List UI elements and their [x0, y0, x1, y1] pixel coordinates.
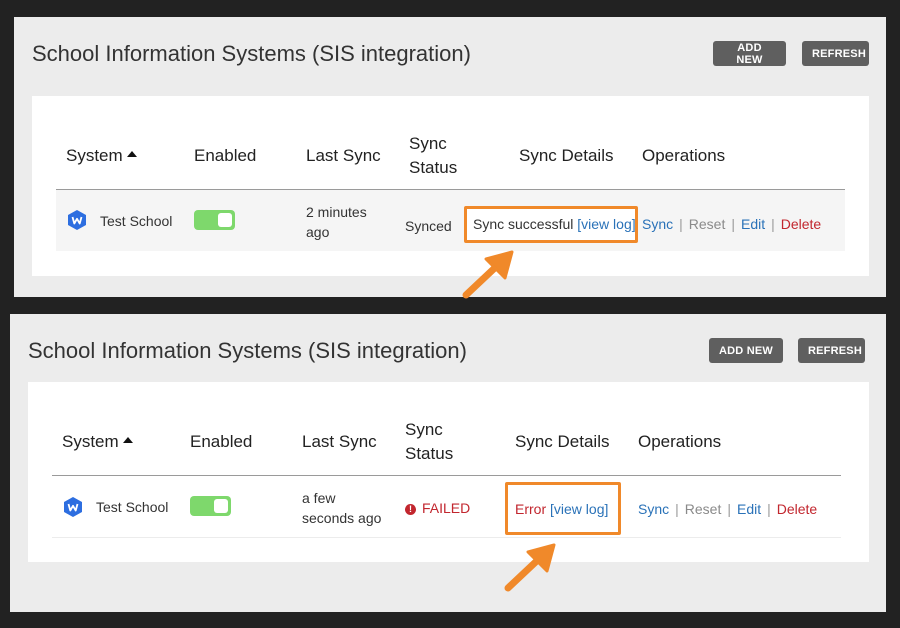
sync-details-cell: Sync successful [view log]: [473, 214, 636, 234]
sort-ascending-icon: [126, 151, 137, 157]
view-log-link[interactable]: [view log]: [577, 216, 635, 232]
column-header-sync-status-line2: Status: [405, 444, 454, 463]
edit-link[interactable]: Edit: [741, 216, 765, 232]
column-header-system[interactable]: System: [62, 430, 133, 454]
last-sync-line1: 2 minutes: [306, 204, 367, 220]
column-header-operations: Operations: [638, 432, 722, 451]
orange-arrow-icon: [462, 250, 514, 299]
last-sync-value: 2 minutes ago: [306, 202, 367, 242]
school-name[interactable]: Test School: [96, 497, 168, 517]
sis-panel-failed: School Information Systems (SIS integrat…: [10, 314, 886, 612]
column-header-last-sync: Last Sync: [306, 146, 381, 165]
last-sync-line1: a few: [302, 490, 336, 506]
last-sync-line2: seconds ago: [302, 510, 382, 526]
sync-details-text: Sync successful: [473, 216, 574, 232]
column-header-system-label: System: [62, 432, 119, 451]
sis-table-card: System Enabled Last Sync Sync Status Syn…: [32, 96, 869, 276]
column-header-sync-status-line1: Sync: [405, 420, 443, 439]
operations-cell: Sync | Reset | Edit | Delete: [638, 499, 817, 519]
column-header-enabled: Enabled: [190, 432, 253, 451]
view-log-link[interactable]: [view log]: [550, 501, 608, 517]
sync-status-failed: FAILED: [422, 500, 471, 516]
ops-separator: |: [731, 216, 735, 232]
column-header-sync-details: Sync Details: [515, 432, 610, 451]
sis-panel-synced: School Information Systems (SIS integrat…: [14, 17, 886, 299]
page-title: School Information Systems (SIS integrat…: [32, 41, 471, 66]
page-title: School Information Systems (SIS integrat…: [28, 338, 467, 363]
column-header-last-sync: Last Sync: [302, 432, 377, 451]
operations-cell: Sync | Reset | Edit | Delete: [642, 214, 821, 234]
edit-link[interactable]: Edit: [737, 501, 761, 517]
column-header-sync-status-line1: Sync: [409, 134, 447, 153]
enabled-toggle[interactable]: [194, 210, 235, 230]
sync-status-value: ! FAILED: [405, 498, 470, 518]
reset-link[interactable]: Reset: [685, 501, 722, 517]
error-circle-icon: !: [405, 504, 416, 515]
ops-separator: |: [771, 216, 775, 232]
delete-link[interactable]: Delete: [781, 216, 821, 232]
w-hexagon-icon: [68, 210, 86, 230]
column-header-system[interactable]: System: [66, 144, 137, 168]
w-hexagon-icon: [64, 497, 82, 517]
last-sync-line2: ago: [306, 224, 330, 240]
column-header-enabled: Enabled: [194, 146, 257, 165]
column-header-operations: Operations: [642, 146, 726, 165]
add-new-button[interactable]: ADD NEW: [713, 41, 786, 66]
sync-status-value: Synced: [405, 218, 452, 234]
ops-separator: |: [679, 216, 683, 232]
column-header-sync-details: Sync Details: [519, 146, 614, 165]
sync-details-cell: Error [view log]: [515, 499, 608, 519]
sync-link[interactable]: Sync: [638, 501, 669, 517]
column-header-system-label: System: [66, 146, 123, 165]
refresh-button[interactable]: REFRESH: [802, 41, 869, 66]
column-header-sync-status: Sync Status: [409, 132, 457, 180]
ops-separator: |: [767, 501, 771, 517]
school-name[interactable]: Test School: [100, 211, 172, 231]
ops-separator: |: [727, 501, 731, 517]
toggle-knob: [214, 499, 228, 513]
delete-link[interactable]: Delete: [777, 501, 817, 517]
orange-arrow-icon: [504, 543, 556, 592]
toggle-knob: [218, 213, 232, 227]
column-header-sync-status-line2: Status: [409, 158, 458, 177]
last-sync-value: a few seconds ago: [302, 488, 381, 528]
sort-ascending-icon: [122, 437, 133, 443]
reset-link[interactable]: Reset: [689, 216, 726, 232]
column-header-sync-status: Sync Status: [405, 418, 453, 466]
sync-details-error-text: Error: [515, 501, 547, 517]
add-new-button[interactable]: ADD NEW: [709, 338, 783, 363]
sync-link[interactable]: Sync: [642, 216, 673, 232]
refresh-button[interactable]: REFRESH: [798, 338, 865, 363]
ops-separator: |: [675, 501, 679, 517]
sis-table-card: System Enabled Last Sync Sync Status Syn…: [28, 382, 869, 562]
enabled-toggle[interactable]: [190, 496, 231, 516]
